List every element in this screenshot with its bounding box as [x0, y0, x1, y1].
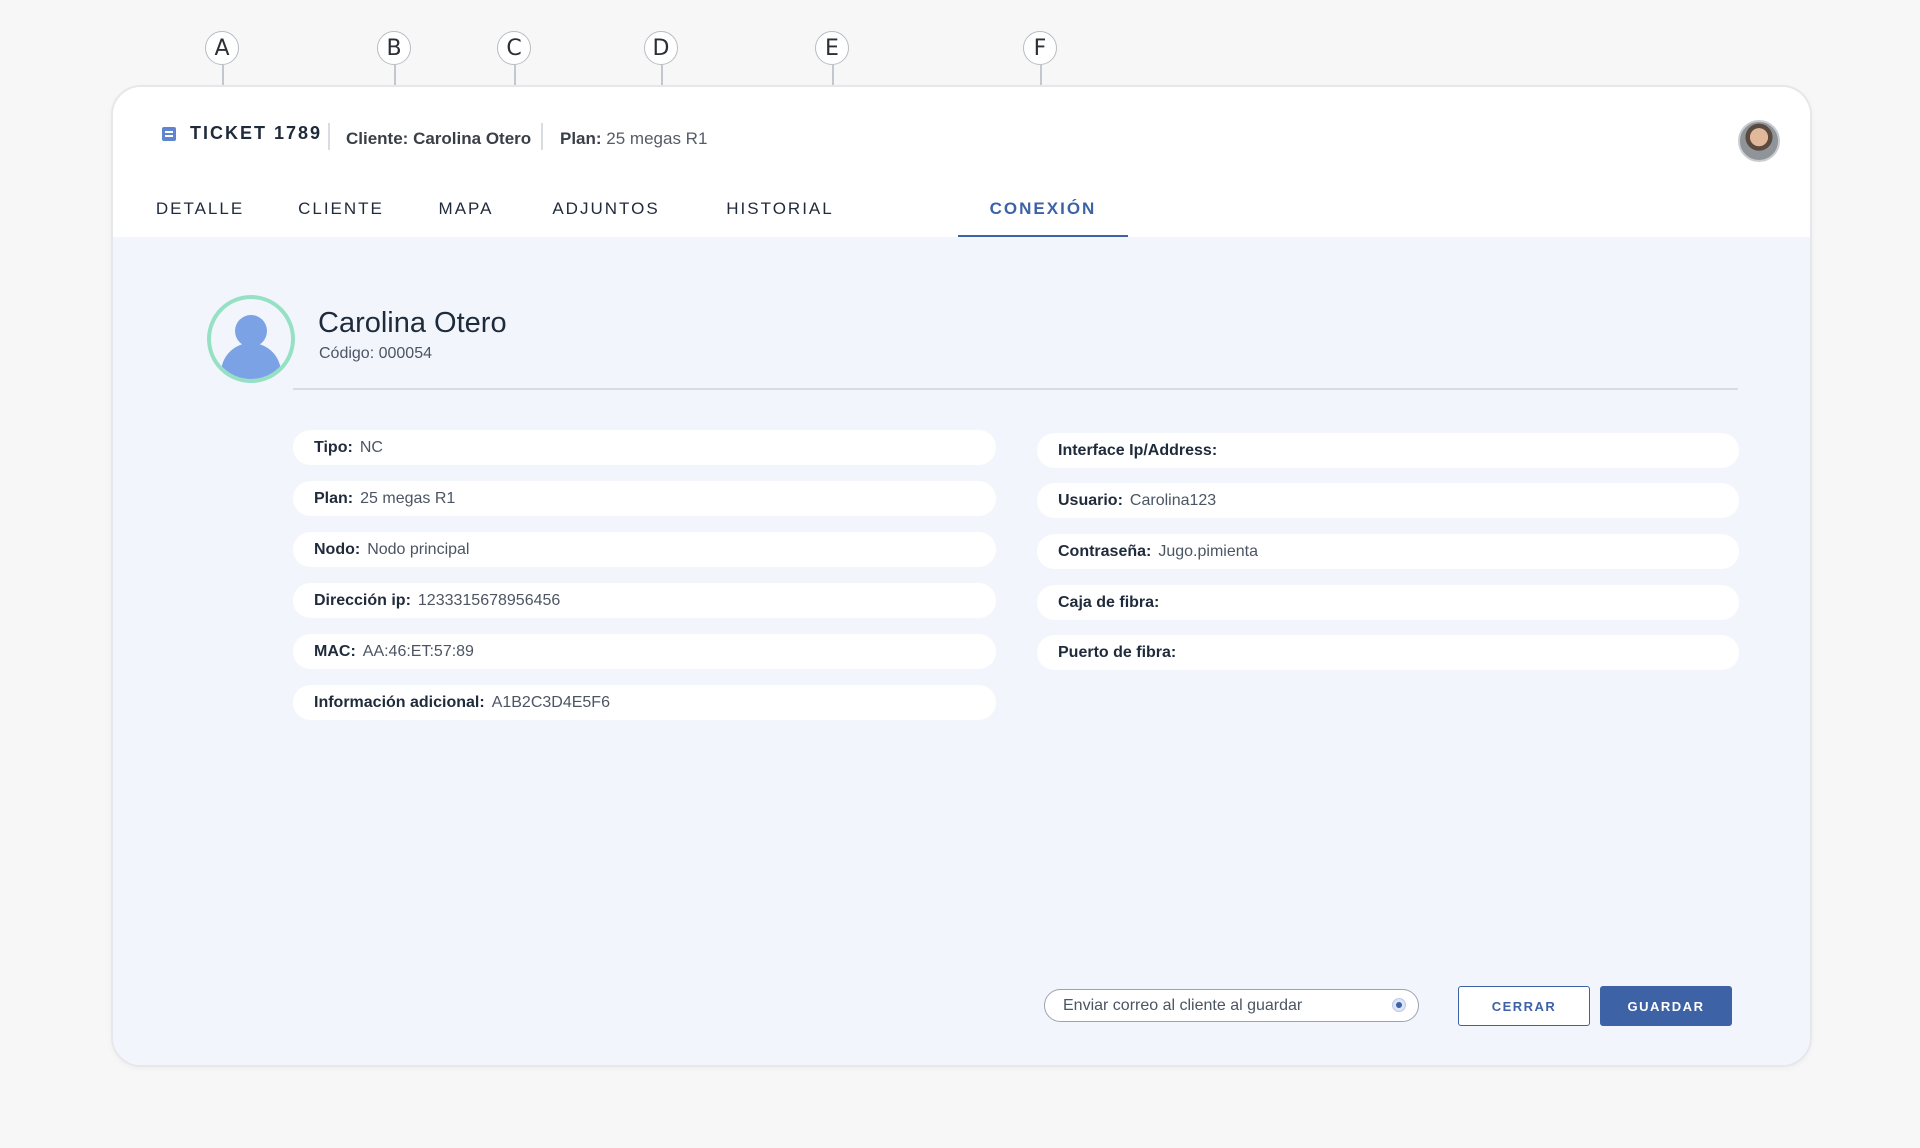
- field-label: Información adicional:: [314, 693, 485, 711]
- field-value: Jugo.pimienta: [1158, 542, 1258, 560]
- callout-a-label: A: [205, 31, 239, 65]
- field-caja-de-fibra: Caja de fibra:: [1037, 585, 1739, 620]
- header-divider: [541, 123, 543, 150]
- tab-detalle[interactable]: DETALLE: [133, 182, 267, 235]
- field-contrasena: Contraseña: Jugo.pimienta: [1037, 534, 1739, 569]
- field-mac: MAC: AA:46:ET:57:89: [293, 634, 996, 669]
- ticket-card: TICKET 1789 Cliente: Carolina Otero Plan…: [111, 85, 1812, 1067]
- field-value: Nodo principal: [367, 540, 470, 558]
- callout-b-label: B: [377, 31, 411, 65]
- tab-historial[interactable]: HISTORIAL: [705, 182, 855, 235]
- header-plan: Plan: 25 megas R1: [560, 129, 707, 149]
- field-label: Dirección ip:: [314, 591, 411, 609]
- field-label: Interface Ip/Address:: [1058, 441, 1218, 459]
- customer-name: Carolina Otero: [318, 307, 507, 339]
- field-informacion-adicional: Información adicional: A1B2C3D4E5F6: [293, 685, 996, 720]
- field-label: Usuario:: [1058, 491, 1123, 509]
- field-interface-ip: Interface Ip/Address:: [1037, 433, 1739, 468]
- close-button[interactable]: CERRAR: [1458, 986, 1590, 1026]
- field-value: A1B2C3D4E5F6: [491, 693, 610, 711]
- send-email-toggle[interactable]: Enviar correo al cliente al guardar: [1044, 989, 1419, 1022]
- field-direccion-ip: Dirección ip: 1233315678956456: [293, 583, 996, 618]
- field-label: Plan:: [314, 489, 354, 507]
- user-avatar-icon[interactable]: [1738, 120, 1780, 162]
- header-client: Cliente: Carolina Otero: [346, 129, 531, 149]
- field-value: AA:46:ET:57:89: [362, 642, 474, 660]
- field-tipo: Tipo: NC: [293, 430, 996, 465]
- tab-bar: DETALLE CLIENTE MAPA ADJUNTOS HISTORIAL …: [113, 182, 1810, 237]
- field-value: NC: [359, 438, 383, 456]
- tab-mapa[interactable]: MAPA: [416, 182, 516, 235]
- field-label: Tipo:: [314, 438, 353, 456]
- header-client-value: Carolina Otero: [413, 129, 532, 148]
- callout-f-label: F: [1023, 31, 1057, 65]
- field-plan: Plan: 25 megas R1: [293, 481, 996, 516]
- callout-c-label: C: [497, 31, 531, 65]
- customer-code: Código: 000054: [319, 345, 432, 362]
- field-label: Puerto de fibra:: [1058, 643, 1177, 661]
- field-label: MAC:: [314, 642, 356, 660]
- field-nodo: Nodo: Nodo principal: [293, 532, 996, 567]
- ticket-icon: [162, 127, 176, 141]
- header-divider: [328, 123, 330, 150]
- field-value: 25 megas R1: [360, 489, 456, 507]
- user-profile-icon: [207, 295, 295, 383]
- field-puerto-de-fibra: Puerto de fibra:: [1037, 635, 1739, 670]
- callout-e-label: E: [815, 31, 849, 65]
- field-value: Carolina123: [1129, 491, 1217, 509]
- ticket-title: TICKET 1789: [190, 123, 323, 143]
- field-value: 1233315678956456: [417, 591, 561, 609]
- tab-adjuntos[interactable]: ADJUNTOS: [527, 182, 685, 235]
- field-label: Nodo:: [314, 540, 361, 558]
- save-button[interactable]: GUARDAR: [1600, 986, 1732, 1026]
- profile-body-shape: [221, 343, 281, 379]
- toggle-on-icon[interactable]: [1392, 998, 1406, 1012]
- header-client-label: Cliente:: [346, 129, 409, 148]
- header-plan-value: 25 megas R1: [606, 129, 708, 148]
- connection-panel: Carolina Otero Código: 000054 Tipo: NC P…: [113, 237, 1810, 1065]
- field-usuario: Usuario: Carolina123: [1037, 483, 1739, 518]
- section-divider: [293, 388, 1738, 390]
- field-label: Contraseña:: [1058, 542, 1152, 560]
- header-plan-label: Plan:: [560, 129, 602, 148]
- tab-conexion[interactable]: CONEXIÓN: [958, 182, 1128, 237]
- field-label: Caja de fibra:: [1058, 593, 1160, 611]
- send-email-label: Enviar correo al cliente al guardar: [1063, 996, 1303, 1014]
- ticket-header: TICKET 1789 Cliente: Carolina Otero Plan…: [113, 87, 1810, 237]
- tab-cliente[interactable]: CLIENTE: [284, 182, 398, 235]
- callout-d-label: D: [644, 31, 678, 65]
